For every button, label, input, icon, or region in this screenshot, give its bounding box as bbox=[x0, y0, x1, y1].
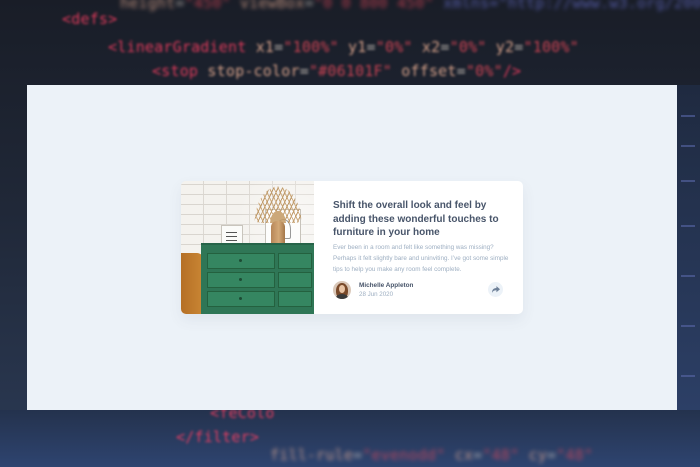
code-line-linear-gradient: <linearGradient x1="100%" y1="0%" x2="0%… bbox=[108, 38, 579, 56]
share-icon bbox=[491, 286, 500, 293]
article-image bbox=[181, 181, 314, 314]
dried-grass bbox=[251, 181, 305, 223]
author-row: Michelle Appleton 28 Jun 2020 bbox=[333, 280, 511, 300]
code-line-top: height="450" viewBox="0 0 800 450" xmlns… bbox=[120, 0, 700, 12]
author-avatar bbox=[333, 281, 351, 299]
background-right-strip bbox=[677, 85, 700, 410]
share-button[interactable] bbox=[488, 282, 503, 297]
drawer bbox=[278, 253, 312, 269]
preview-panel: Shift the overall look and feel by addin… bbox=[27, 85, 677, 410]
code-line-stop: <stop stop-color="#06101F" offset="0%"/> bbox=[152, 62, 522, 80]
article-content: Shift the overall look and feel by addin… bbox=[314, 181, 523, 314]
drawer bbox=[278, 272, 312, 288]
code-line-fill-rule: fill-rule="evenodd" cx="48" cy="48" bbox=[270, 446, 594, 464]
code-line-filter: </filter> bbox=[176, 428, 260, 446]
chair bbox=[181, 253, 203, 314]
publish-date: 28 Jun 2020 bbox=[359, 291, 394, 298]
code-line-defs: <defs> bbox=[62, 10, 118, 28]
article-description: Ever been in a room and felt like someth… bbox=[333, 244, 509, 273]
article-title: Shift the overall look and feel by addin… bbox=[333, 200, 499, 238]
article-card: Shift the overall look and feel by addin… bbox=[181, 181, 523, 314]
green-dresser bbox=[201, 245, 314, 314]
drawer bbox=[278, 291, 312, 307]
author-name: Michelle Appleton bbox=[359, 282, 414, 289]
